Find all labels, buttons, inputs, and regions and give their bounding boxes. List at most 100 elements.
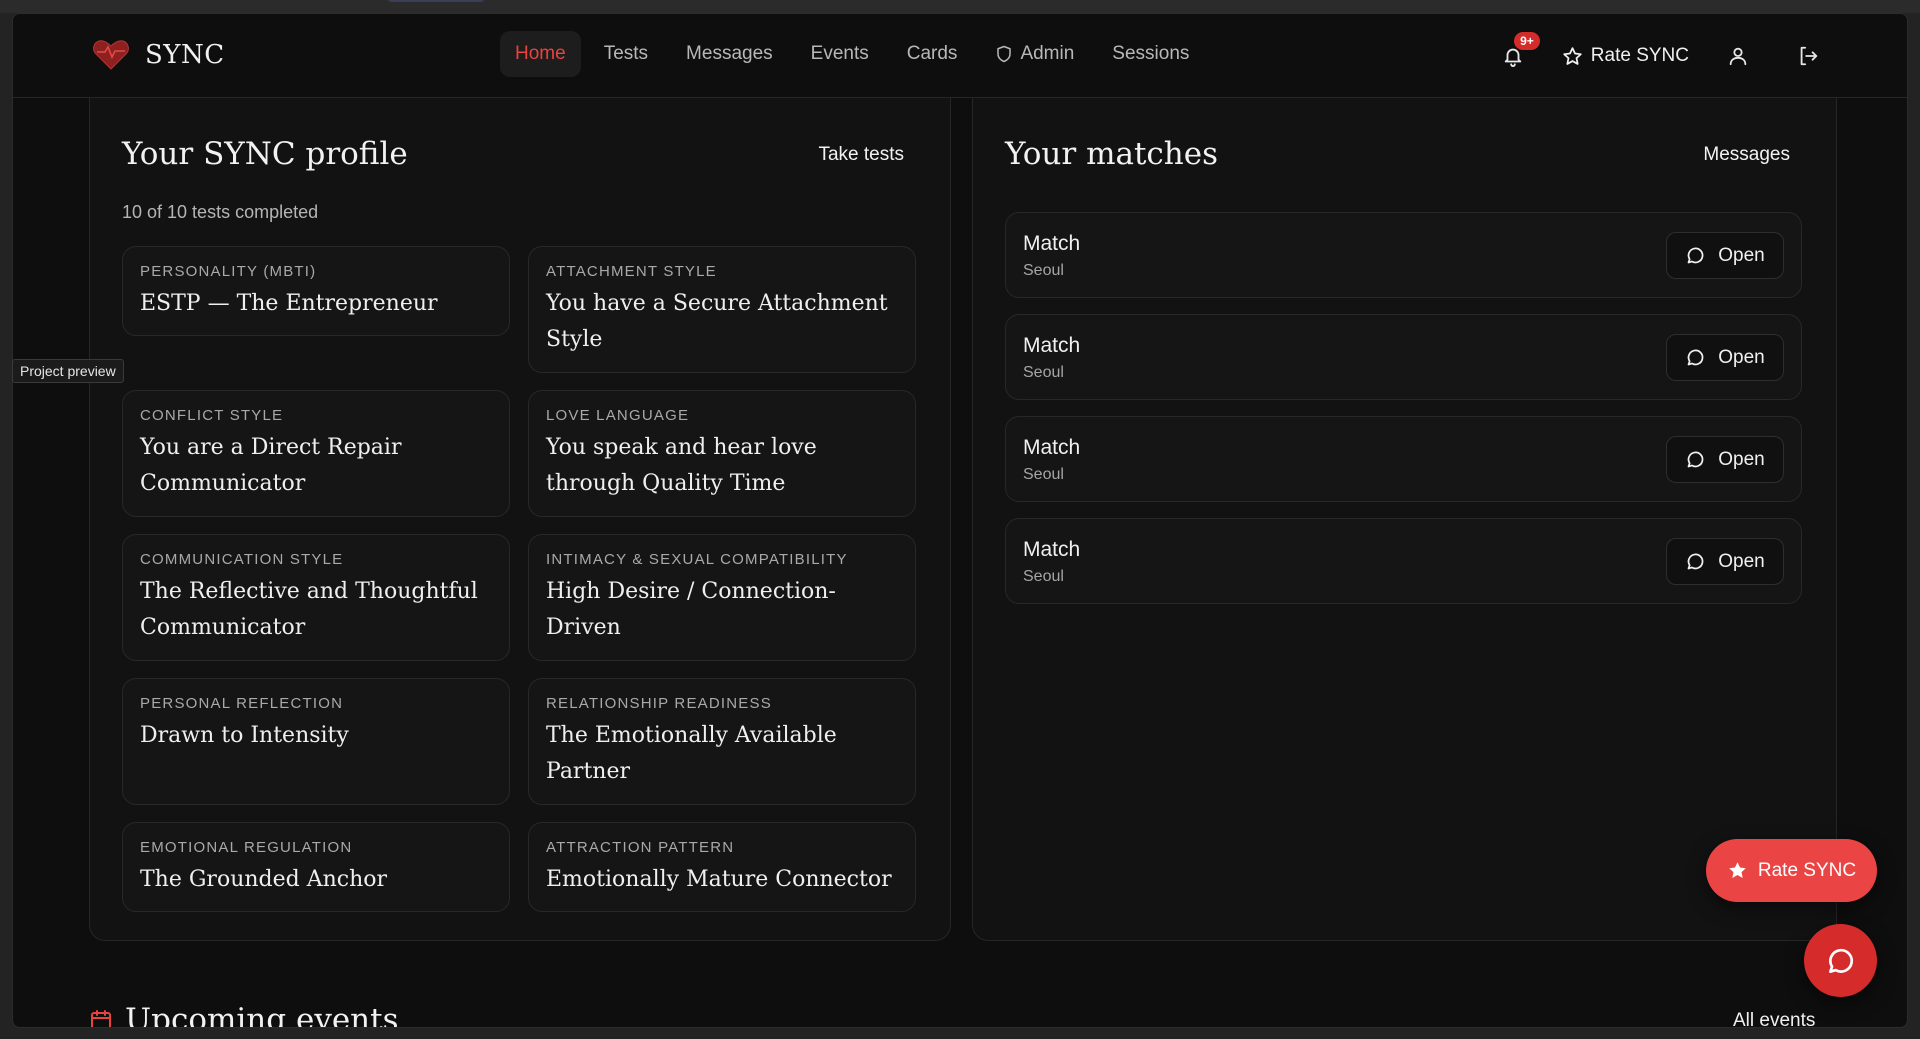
heart-logo-icon (93, 40, 129, 70)
brand[interactable]: SYNC (91, 38, 225, 72)
card-value: The Emotionally Available Partner (546, 723, 837, 784)
card-label: ATTACHMENT STYLE (546, 263, 717, 280)
profile-results-grid: PERSONALITY (MBTI) ESTP — The Entreprene… (122, 246, 919, 912)
nav-item-label: Tests (603, 43, 649, 64)
open-button-label: Open (1718, 346, 1765, 368)
match-name: Match (1023, 232, 1081, 255)
result-card-attraction[interactable]: ATTRACTION PATTERN Emotionally Mature Co… (528, 822, 916, 912)
nav-item-label: Cards (906, 43, 958, 64)
logout-button[interactable] (1787, 35, 1829, 77)
rate-sync-fab-label: Rate SYNC (1757, 859, 1857, 881)
card-value: Emotionally Mature Connector (546, 867, 892, 892)
result-card-love-language[interactable]: LOVE LANGUAGE You speak and hear love th… (528, 390, 916, 517)
profile-title: Your SYNC profile (122, 136, 408, 172)
message-circle-icon (1687, 553, 1704, 570)
card-label: PERSONALITY (MBTI) (140, 263, 317, 280)
card-value: Drawn to Intensity (140, 723, 349, 748)
card-label: PERSONAL REFLECTION (140, 695, 344, 712)
take-tests-link[interactable]: Take tests (818, 144, 904, 166)
nav-item-label: Sessions (1112, 43, 1190, 64)
match-item: Match Seoul Open (1005, 212, 1802, 298)
card-label: RELATIONSHIP READINESS (546, 695, 772, 712)
card-value: The Grounded Anchor (140, 867, 388, 892)
tests-progress-text: 10 of 10 tests completed (122, 202, 319, 222)
main-nav: Home Tests Messages Events Cards Admin S… (500, 31, 1204, 77)
open-chat-button[interactable]: Open (1666, 436, 1784, 483)
match-city: Seoul (1023, 568, 1064, 585)
matches-panel: Your matches Messages Match Seoul Open M… (972, 98, 1837, 941)
card-value: You have a Secure Attachment Style (546, 291, 888, 352)
nav-item-cards[interactable]: Cards (892, 31, 973, 77)
result-card-mbti[interactable]: PERSONALITY (MBTI) ESTP — The Entreprene… (122, 246, 510, 336)
messages-link[interactable]: Messages (1703, 144, 1790, 166)
result-card-reflection[interactable]: PERSONAL REFLECTION Drawn to Intensity (122, 678, 510, 805)
match-city: Seoul (1023, 466, 1064, 483)
matches-title: Your matches (1005, 136, 1218, 172)
rate-sync-link[interactable]: Rate SYNC (1562, 45, 1689, 67)
card-label: LOVE LANGUAGE (546, 407, 690, 424)
card-value: You speak and hear love through Quality … (546, 435, 817, 496)
open-button-label: Open (1718, 550, 1765, 572)
match-item: Match Seoul Open (1005, 314, 1802, 400)
nav-item-sessions[interactable]: Sessions (1097, 31, 1204, 77)
nav-item-messages[interactable]: Messages (671, 31, 788, 77)
logout-icon (1800, 46, 1818, 66)
open-button-label: Open (1718, 244, 1765, 266)
project-preview-tooltip: Project preview (12, 359, 124, 383)
top-navbar: SYNC Home Tests Messages Events Cards Ad… (13, 14, 1907, 98)
brand-name: SYNC (145, 40, 225, 70)
open-chat-button[interactable]: Open (1666, 232, 1784, 279)
card-label: COMMUNICATION STYLE (140, 551, 344, 568)
card-label: ATTRACTION PATTERN (546, 839, 735, 856)
result-card-regulation[interactable]: EMOTIONAL REGULATION The Grounded Anchor (122, 822, 510, 912)
match-name: Match (1023, 334, 1081, 357)
card-value: The Reflective and Thoughtful Communicat… (140, 579, 478, 640)
star-outline-icon (1563, 46, 1582, 65)
upcoming-events-heading: Upcoming events (89, 1002, 399, 1028)
chat-floating-button[interactable] (1804, 924, 1877, 997)
card-value: You are a Direct Repair Communicator (140, 435, 402, 496)
upcoming-events-title: Upcoming events (125, 1002, 399, 1028)
match-name: Match (1023, 538, 1081, 561)
result-card-communication[interactable]: COMMUNICATION STYLE The Reflective and T… (122, 534, 510, 661)
match-item: Match Seoul Open (1005, 416, 1802, 502)
result-card-readiness[interactable]: RELATIONSHIP READINESS The Emotionally A… (528, 678, 916, 805)
message-circle-icon (1687, 451, 1704, 468)
browser-top-strip (0, 0, 1920, 13)
card-value: High Desire / Connection-Driven (546, 579, 836, 640)
star-filled-icon (1729, 862, 1746, 878)
nav-item-label: Admin (1020, 43, 1075, 64)
nav-item-events[interactable]: Events (796, 31, 884, 77)
profile-button[interactable] (1717, 35, 1759, 77)
shield-icon (997, 45, 1012, 63)
open-chat-button[interactable]: Open (1666, 538, 1784, 585)
match-list: Match Seoul Open Match Seoul Open Match … (1005, 212, 1802, 620)
open-button-label: Open (1718, 448, 1765, 470)
rate-sync-label: Rate SYNC (1590, 45, 1689, 66)
app-frame: SYNC Home Tests Messages Events Cards Ad… (12, 13, 1908, 1028)
message-circle-icon (1828, 948, 1853, 973)
match-city: Seoul (1023, 364, 1064, 381)
card-value: ESTP — The Entrepreneur (140, 291, 438, 316)
card-label: EMOTIONAL REGULATION (140, 839, 353, 856)
nav-item-tests[interactable]: Tests (589, 31, 663, 77)
nav-item-admin[interactable]: Admin (980, 31, 1089, 77)
notifications-badge: 9+ (1514, 32, 1540, 50)
result-card-intimacy[interactable]: INTIMACY & SEXUAL COMPATIBILITY High Des… (528, 534, 916, 661)
card-label: CONFLICT STYLE (140, 407, 284, 424)
nav-item-home[interactable]: Home (500, 31, 581, 77)
card-label: INTIMACY & SEXUAL COMPATIBILITY (546, 551, 848, 568)
top-strip-indicator (388, 0, 484, 2)
match-item: Match Seoul Open (1005, 518, 1802, 604)
result-card-attachment[interactable]: ATTACHMENT STYLE You have a Secure Attac… (528, 246, 916, 373)
nav-item-label: Messages (686, 43, 773, 64)
notifications-button[interactable]: 9+ (1492, 32, 1540, 77)
profile-panel: Your SYNC profile Take tests 10 of 10 te… (89, 98, 951, 941)
open-chat-button[interactable]: Open (1666, 334, 1784, 381)
nav-item-label: Events (810, 43, 869, 64)
message-circle-icon (1687, 247, 1704, 264)
rate-sync-floating-button[interactable]: Rate SYNC (1706, 839, 1877, 902)
result-card-conflict[interactable]: CONFLICT STYLE You are a Direct Repair C… (122, 390, 510, 517)
all-events-link[interactable]: All events (1733, 1010, 1815, 1027)
calendar-icon (91, 1010, 111, 1027)
